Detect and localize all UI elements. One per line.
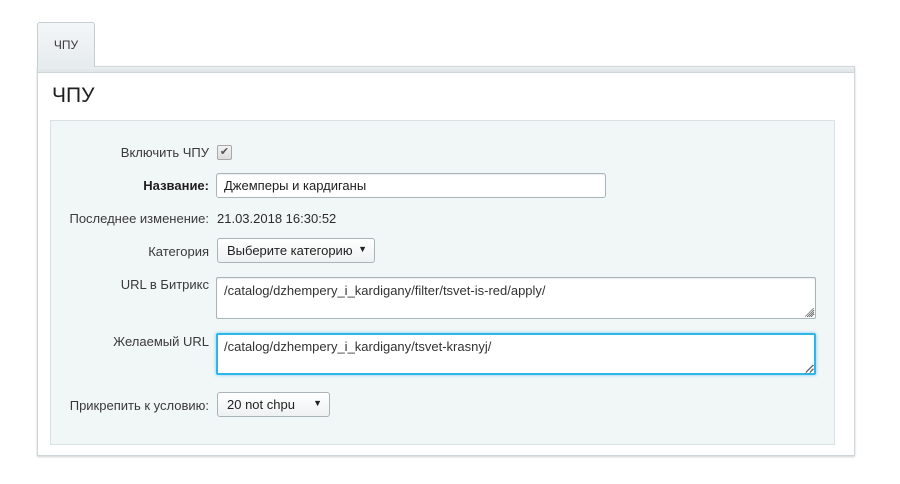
bitrix-url-textarea[interactable]: /catalog/dzhempery_i_kardigany/filter/ts… — [216, 277, 816, 319]
condition-label: Прикрепить к условию: — [69, 398, 209, 413]
caret-down-icon: ▼ — [358, 244, 367, 254]
enable-chpu-label: Включить ЧПУ — [120, 145, 209, 160]
category-label: Категория — [148, 244, 209, 259]
name-label: Название: — [143, 178, 209, 193]
desired-url-textarea[interactable]: /catalog/dzhempery_i_kardigany/tsvet-kra… — [216, 333, 816, 375]
tab-label: ЧПУ — [53, 38, 79, 52]
name-input[interactable] — [216, 173, 606, 198]
last-modified-value: 21.03.2018 16:30:52 — [217, 211, 337, 226]
page-title: ЧПУ — [52, 84, 95, 107]
category-select-value: Выберите категорию — [227, 243, 353, 258]
enable-chpu-checkbox[interactable]: ✔ — [217, 145, 232, 160]
condition-select-value: 20 not chpu — [227, 397, 295, 412]
last-modified-label: Последнее изменение: — [69, 211, 209, 226]
tab-chpu[interactable]: ЧПУ — [37, 22, 95, 67]
caret-down-icon: ▼ — [313, 398, 322, 408]
category-select[interactable]: Выберите категорию ▼ — [217, 238, 375, 263]
bitrix-url-label: URL в Битрикс — [120, 277, 209, 292]
desired-url-label: Желаемый URL — [113, 334, 209, 349]
checkmark-icon: ✔ — [219, 146, 230, 158]
condition-select[interactable]: 20 not chpu ▼ — [217, 392, 330, 417]
